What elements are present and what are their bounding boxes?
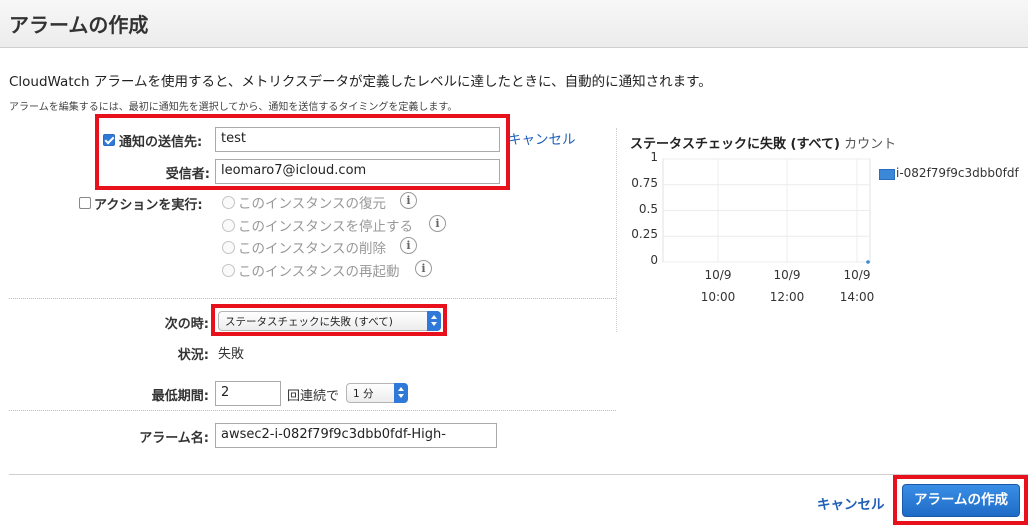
chart-x-tick-time: 10:00 [700,290,736,304]
legend-label: i-082f79f9c3dbb0fdf [896,166,1019,180]
footer-divider [9,474,1028,475]
action-stop-radio[interactable] [222,219,235,232]
footer-cancel-button[interactable]: キャンセル [817,493,885,513]
chart-x-tick-date: 10/9 [773,268,801,282]
info-icon[interactable]: i [415,260,432,277]
metric-select[interactable]: ステータスチェックに失敗 (すべて) [218,311,441,331]
chart-x-tick-time: 12:00 [769,290,805,304]
chart-title: ステータスチェックに失敗 (すべて) カウント [630,133,896,152]
chart-x-tick-date: 10/9 [704,268,732,282]
chart-y-tick-label: 0.75 [631,175,658,190]
state-value: 失敗 [218,347,245,362]
chart-x-tick-date: 10/9 [843,268,871,282]
action-recover-radio[interactable] [222,196,235,209]
action-reboot-label: このインスタンスの再起動 [238,264,400,280]
info-icon[interactable]: i [400,237,417,254]
chart-y-tick-label: 0.5 [638,201,658,216]
duration-select-value: 1 分 [353,388,374,400]
alarm-name-input[interactable]: awsec2-i-082f79f9c3dbb0fdf-High- [215,423,497,448]
action-terminate-label: このインスタンスの削除 [238,241,386,257]
info-icon[interactable]: i [400,192,417,209]
dialog-header: アラームの作成 [0,0,1028,48]
chart-title-text: ステータスチェックに失敗 (すべて) [630,137,840,152]
action-terminate-radio[interactable] [222,241,235,254]
notification-checkbox[interactable] [103,134,115,146]
actions-checkbox[interactable] [79,197,91,209]
alarm-name-label: アラーム名: [139,431,209,446]
dialog-title: アラームの作成 [9,13,149,37]
select-arrows-icon [427,311,441,331]
intro-description: CloudWatch アラームを使用すると、メトリクスデータが定義したレベルに達… [9,74,712,90]
section-divider [9,298,616,299]
recipient-label: 受信者: [165,167,210,182]
column-divider [616,128,617,332]
intro-sub-description: アラームを編集するには、最初に通知先を選択してから、通知を送信するタイミングを定… [9,102,458,113]
duration-select[interactable]: 1 分 [346,383,408,403]
actions-label: アクションを実行: [94,198,203,213]
chart-data-point [866,260,870,264]
notification-cancel-link[interactable]: キャンセル [508,128,576,148]
period-input[interactable]: 2 [215,381,281,406]
state-label: 状況: [177,348,209,363]
notification-topic-input[interactable]: test [215,127,500,152]
notification-label: 通知の送信先: [119,135,203,150]
chart-x-tick-time: 14:00 [839,290,875,304]
period-label: 最低期間: [151,389,209,404]
create-alarm-button[interactable]: アラームの作成 [902,484,1020,517]
section-divider [9,410,616,411]
chart-unit: カウント [844,137,897,152]
metric-select-value: ステータスチェックに失敗 (すべて) [225,316,393,328]
chart-plot-frame [662,158,871,263]
consecutive-label: 回連続で [287,389,340,404]
action-stop-label: このインスタンスを停止する [238,219,413,235]
chart-y-tick-label: 0.25 [631,227,658,242]
chart-y-tick-label: 0 [650,253,658,267]
select-arrows-icon [394,383,408,403]
when-label: 次の時: [164,317,209,332]
chart-y-tick-label: 1 [650,150,658,164]
action-recover-label: このインスタンスの復元 [238,196,386,212]
recipient-input[interactable]: leomaro7@icloud.com [215,159,500,184]
action-reboot-radio[interactable] [222,264,235,277]
info-icon[interactable]: i [429,215,446,232]
legend-swatch [879,169,895,180]
